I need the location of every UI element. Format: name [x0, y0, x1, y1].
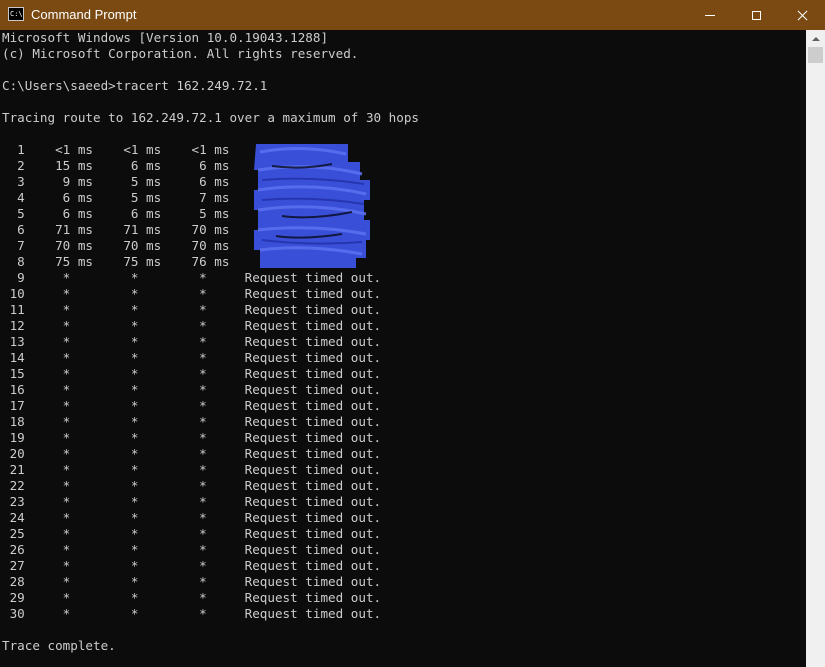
console-line: 11 * * * Request timed out.: [2, 302, 382, 317]
console-line: 10 * * * Request timed out.: [2, 286, 382, 301]
console-line: 26 * * * Request timed out.: [2, 542, 382, 557]
maximize-icon: [751, 10, 761, 20]
console-line: 17 * * * Request timed out.: [2, 398, 382, 413]
console-line: 28 * * * Request timed out.: [2, 574, 382, 589]
console-output[interactable]: Trace complete. 30 * * * Request timed o…: [0, 30, 806, 667]
console-line: 30 * * * Request timed out.: [2, 606, 382, 621]
console-line: 18 * * * Request timed out.: [2, 414, 382, 429]
console-line: 13 * * * Request timed out.: [2, 334, 382, 349]
console-line: 8 75 ms 75 ms 76 ms: [2, 254, 230, 269]
minimize-icon: [705, 14, 715, 16]
chevron-up-icon: [811, 36, 820, 41]
console-line: 20 * * * Request timed out.: [2, 446, 382, 461]
console-line: Tracing route to 162.249.72.1 over a max…: [2, 110, 420, 125]
title-bar[interactable]: C:\ Command Prompt: [0, 0, 825, 30]
close-icon: [797, 10, 808, 21]
redaction-scribble: [254, 144, 370, 268]
console-line: 7 70 ms 70 ms 70 ms: [2, 238, 230, 253]
console-line: 22 * * * Request timed out.: [2, 478, 382, 493]
console-line: 24 * * * Request timed out.: [2, 510, 382, 525]
console-line: 23 * * * Request timed out.: [2, 494, 382, 509]
scroll-up-button[interactable]: [806, 30, 825, 47]
vertical-scrollbar[interactable]: [806, 30, 825, 667]
console-line: 19 * * * Request timed out.: [2, 430, 382, 445]
close-button[interactable]: [779, 0, 825, 30]
console-line: 9 * * * Request timed out.: [2, 270, 382, 285]
console-line: 3 9 ms 5 ms 6 ms: [2, 174, 230, 189]
console-line: 16 * * * Request timed out.: [2, 382, 382, 397]
console-line: 15 * * * Request timed out.: [2, 366, 382, 381]
console-line: 25 * * * Request timed out.: [2, 526, 382, 541]
console-line: 6 71 ms 71 ms 70 ms: [2, 222, 230, 237]
maximize-button[interactable]: [733, 0, 779, 30]
console-line: 14 * * * Request timed out.: [2, 350, 382, 365]
console-line: Trace complete.: [2, 638, 116, 653]
scrollbar-thumb[interactable]: [808, 47, 823, 63]
command-prompt-window: C:\ Command Prompt Trace complete. 30 * …: [0, 0, 825, 667]
console-line: 1 <1 ms <1 ms <1 ms: [2, 142, 230, 157]
console-line: 12 * * * Request timed out.: [2, 318, 382, 333]
console-line: 5 6 ms 6 ms 5 ms: [2, 206, 230, 221]
console-line: 4 6 ms 5 ms 7 ms: [2, 190, 230, 205]
console-line: 27 * * * Request timed out.: [2, 558, 382, 573]
console-line: 21 * * * Request timed out.: [2, 462, 382, 477]
console-line: C:\Users\saeed>tracert 162.249.72.1: [2, 78, 268, 93]
console-line: 2 15 ms 6 ms 6 ms: [2, 158, 230, 173]
window-title: Command Prompt: [31, 7, 137, 22]
console-line: 29 * * * Request timed out.: [2, 590, 382, 605]
console-icon[interactable]: C:\: [8, 7, 24, 21]
console-line: Microsoft Windows [Version 10.0.19043.12…: [2, 30, 329, 45]
console-line: (c) Microsoft Corporation. All rights re…: [2, 46, 359, 61]
minimize-button[interactable]: [687, 0, 733, 30]
